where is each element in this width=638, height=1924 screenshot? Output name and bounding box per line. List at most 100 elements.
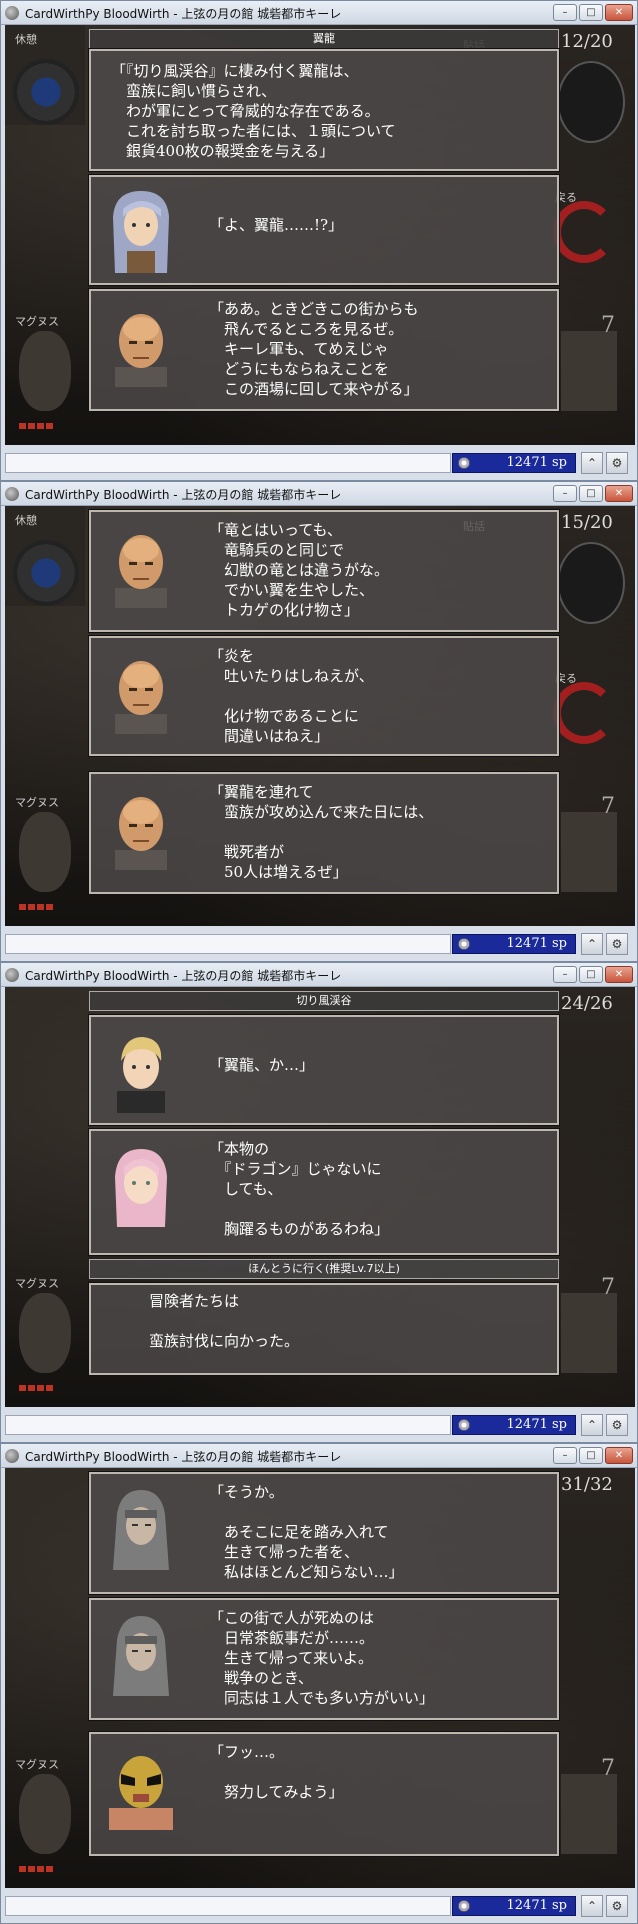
map-icon[interactable]: ⌃ bbox=[581, 933, 603, 955]
choice-option[interactable]: ほんとうに行く(推奨Lv.7以上) bbox=[89, 1259, 559, 1279]
message-box[interactable]: 「この街で人が死ぬのは 日常茶飯事だが……。 生きて帰って来いよ。 戦争のとき、… bbox=[89, 1598, 559, 1720]
coin-icon bbox=[458, 938, 470, 950]
game-scene[interactable]: マグヌス 7 切り風渓谷 24/26 「翼龍、か…」 「本物の 『ドラゴン』じゃ… bbox=[5, 987, 635, 1407]
blonde-youth-portrait bbox=[117, 1037, 165, 1113]
scene-title-bar: 翼龍 bbox=[89, 29, 559, 49]
window-title: CardWirthPy BloodWirth - 上弦の月の館 城砦都市キーレ bbox=[25, 488, 342, 502]
message-box[interactable]: 「本物の 『ドラゴン』じゃないに しても、 胸躍るものがあるわね」 bbox=[89, 1129, 559, 1255]
game-scene[interactable]: 休憩 貼話 戻る マグヌス 7 翼龍 12/20 「『切り風渓谷』に棲み付く翼龍… bbox=[5, 25, 635, 445]
message-box[interactable]: 「フッ…。 努力してみよう」 bbox=[89, 1732, 559, 1856]
game-scene[interactable]: 休憩 貼話 戻る マグヌス 7 15/20 「竜とはいっても、 竜騎兵のと同じで… bbox=[5, 506, 635, 926]
message-text: 「ああ。ときどきこの街からも 飛んでるところを見るぜ。 キーレ軍も、てめえじゃ … bbox=[209, 300, 419, 398]
guard-emblem-icon bbox=[557, 542, 625, 624]
hp-bars bbox=[19, 904, 55, 910]
party-member-name: マグヌス bbox=[15, 1277, 59, 1290]
message-box[interactable]: 「ああ。ときどきこの街からも 飛んでるところを見るぜ。 キーレ軍も、てめえじゃ … bbox=[89, 289, 559, 411]
message-box[interactable]: 冒険者たちは 蛮族討伐に向かった。 bbox=[89, 1283, 559, 1375]
party-portrait[interactable] bbox=[19, 812, 71, 892]
title-bar[interactable]: CardWirthPy BloodWirth - 上弦の月の館 城砦都市キーレ … bbox=[1, 482, 637, 506]
wrestler-portrait[interactable] bbox=[561, 1774, 617, 1854]
app-icon bbox=[5, 6, 19, 20]
maximize-button[interactable]: □ bbox=[579, 4, 603, 21]
rest-card[interactable]: 休憩 bbox=[5, 506, 85, 606]
party-portrait[interactable] bbox=[19, 331, 71, 411]
app-icon bbox=[5, 487, 19, 501]
minimize-button[interactable]: – bbox=[553, 1447, 577, 1464]
app-window-2: CardWirthPy BloodWirth - 上弦の月の館 城砦都市キーレ … bbox=[0, 481, 638, 962]
app-icon bbox=[5, 1449, 19, 1463]
money-value: 12471 sp bbox=[506, 1417, 567, 1432]
minimize-button[interactable]: – bbox=[553, 485, 577, 502]
gear-icon[interactable]: ⚙ bbox=[606, 1895, 628, 1917]
maximize-button[interactable]: □ bbox=[579, 1447, 603, 1464]
message-text: 「本物の 『ドラゴン』じゃないに しても、 胸躍るものがあるわね」 bbox=[209, 1140, 390, 1238]
app-window-3: CardWirthPy BloodWirth - 上弦の月の館 城砦都市キーレ … bbox=[0, 962, 638, 1443]
scene-title-bar: 切り風渓谷 bbox=[89, 991, 559, 1011]
rest-card[interactable]: 休憩 bbox=[5, 25, 85, 125]
rest-label: 休憩 bbox=[15, 514, 37, 527]
bald-man-portrait bbox=[115, 661, 167, 734]
bald-man-portrait bbox=[115, 314, 167, 387]
coin-icon bbox=[458, 457, 470, 469]
guard-emblem-icon bbox=[557, 61, 625, 143]
hooded-man-portrait bbox=[113, 1616, 169, 1696]
map-icon[interactable]: ⌃ bbox=[581, 1895, 603, 1917]
wrestler-portrait[interactable] bbox=[561, 812, 617, 892]
page-counter: 31/32 bbox=[561, 1474, 613, 1495]
message-text: 「翼龍、か…」 bbox=[209, 1056, 315, 1074]
game-scene[interactable]: マグヌス 7 31/32 「そうか。 あそこに足を踏み入れて 生きて帰った者を、… bbox=[5, 1468, 635, 1888]
coin-icon bbox=[458, 1419, 470, 1431]
close-button[interactable]: ✕ bbox=[605, 966, 633, 983]
gear-icon[interactable]: ⚙ bbox=[606, 452, 628, 474]
title-bar[interactable]: CardWirthPy BloodWirth - 上弦の月の館 城砦都市キーレ … bbox=[1, 1444, 637, 1468]
close-button[interactable]: ✕ bbox=[605, 4, 633, 21]
window-title: CardWirthPy BloodWirth - 上弦の月の館 城砦都市キーレ bbox=[25, 969, 342, 983]
maximize-button[interactable]: □ bbox=[579, 966, 603, 983]
message-box[interactable]: 「よ、翼龍……!?」 bbox=[89, 175, 559, 285]
gear-icon[interactable]: ⚙ bbox=[606, 1414, 628, 1436]
masked-wrestler-portrait bbox=[109, 1756, 173, 1830]
title-bar[interactable]: CardWirthPy BloodWirth - 上弦の月の館 城砦都市キーレ … bbox=[1, 1, 637, 25]
close-button[interactable]: ✕ bbox=[605, 1447, 633, 1464]
message-text: 「炎を 吐いたりはしねえが、 化け物であることに 間違いはねえ」 bbox=[209, 647, 374, 745]
status-field bbox=[5, 1415, 451, 1435]
wrestler-portrait[interactable] bbox=[561, 1293, 617, 1373]
status-field bbox=[5, 934, 451, 954]
emblem-icon bbox=[13, 540, 79, 606]
coin-icon bbox=[458, 1900, 470, 1912]
minimize-button[interactable]: – bbox=[553, 966, 577, 983]
close-button[interactable]: ✕ bbox=[605, 485, 633, 502]
message-text: 「よ、翼龍……!?」 bbox=[209, 216, 344, 234]
hooded-man-portrait bbox=[113, 1490, 169, 1570]
message-box[interactable]: 「『切り風渓谷』に棲み付く翼龍は、 蛮族に飼い慣らされ、 わが軍にとって脅威的な… bbox=[89, 49, 559, 171]
message-text: 「この街で人が死ぬのは 日常茶飯事だが……。 生きて帰って来いよ。 戦争のとき、… bbox=[209, 1609, 435, 1707]
message-box[interactable]: 「翼龍、か…」 bbox=[89, 1015, 559, 1125]
message-box[interactable]: 「翼龍を連れて 蛮族が攻め込んで来た日には、 戦死者が 50人は増えるぜ」 bbox=[89, 772, 559, 894]
status-bar: 12471 sp ⌃ ⚙ bbox=[5, 928, 635, 958]
silver-haired-woman-portrait bbox=[113, 191, 169, 273]
party-portrait[interactable] bbox=[19, 1293, 71, 1373]
message-box[interactable]: 「炎を 吐いたりはしねえが、 化け物であることに 間違いはねえ」 bbox=[89, 636, 559, 756]
page-counter: 15/20 bbox=[561, 512, 613, 533]
back-arrow-icon[interactable] bbox=[553, 201, 615, 263]
money-display: 12471 sp bbox=[452, 1896, 576, 1916]
map-icon[interactable]: ⌃ bbox=[581, 452, 603, 474]
wrestler-portrait[interactable] bbox=[561, 331, 617, 411]
party-member-name: マグヌス bbox=[15, 315, 59, 328]
map-icon[interactable]: ⌃ bbox=[581, 1414, 603, 1436]
bald-man-portrait bbox=[115, 535, 167, 608]
maximize-button[interactable]: □ bbox=[579, 485, 603, 502]
minimize-button[interactable]: – bbox=[553, 4, 577, 21]
party-portrait[interactable] bbox=[19, 1774, 71, 1854]
message-box[interactable]: 「竜とはいっても、 竜騎兵のと同じで 幻獣の竜とは違うがな。 でかい翼を生やした… bbox=[89, 510, 559, 632]
message-text: 「フッ…。 努力してみよう」 bbox=[209, 1743, 344, 1801]
gear-icon[interactable]: ⚙ bbox=[606, 933, 628, 955]
back-arrow-icon[interactable] bbox=[553, 682, 615, 744]
pink-haired-woman-portrait bbox=[115, 1149, 167, 1227]
party-member-name: マグヌス bbox=[15, 1758, 59, 1771]
title-bar[interactable]: CardWirthPy BloodWirth - 上弦の月の館 城砦都市キーレ … bbox=[1, 963, 637, 987]
app-icon bbox=[5, 968, 19, 982]
window-title: CardWirthPy BloodWirth - 上弦の月の館 城砦都市キーレ bbox=[25, 7, 342, 21]
message-box[interactable]: 「そうか。 あそこに足を踏み入れて 生きて帰った者を、 私はほとんど知らない…」 bbox=[89, 1472, 559, 1594]
hp-bars bbox=[19, 1866, 55, 1872]
